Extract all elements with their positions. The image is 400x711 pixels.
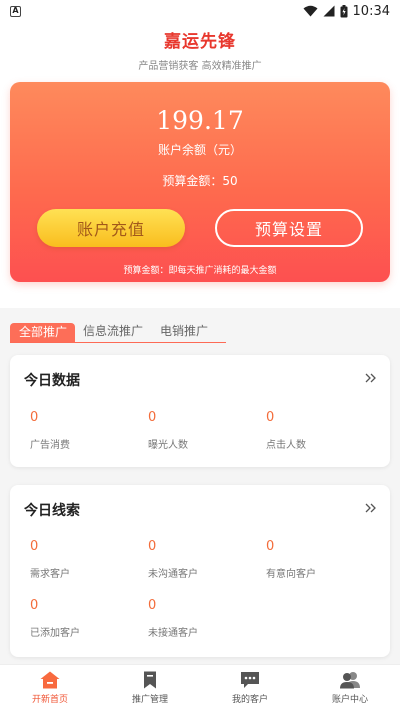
stat-demand-customers[interactable]: 0 需求客户: [30, 539, 130, 580]
stat-label: 广告消费: [30, 440, 70, 451]
stat-value: 0: [266, 410, 275, 425]
tab-all-promotion[interactable]: 全部推广: [10, 323, 76, 342]
stat-impressions: 0 曝光人数: [148, 410, 248, 451]
stat-label: 未沟通客户: [148, 569, 198, 580]
app-header: 嘉运先锋 产品营销获客 高效精准推广: [0, 22, 400, 72]
budget-note: 预算金额：即每天推广消耗的最大金额: [123, 266, 277, 276]
nav-home[interactable]: 开新首页: [0, 665, 100, 711]
top-area: 199.17 账户余额（元） 预算金额：50 账户充值 预算设置 预算金额：即每…: [0, 70, 400, 308]
nav-label: 账户中心: [331, 695, 368, 705]
stat-label: 曝光人数: [148, 440, 188, 451]
stat-value: 0: [30, 539, 39, 554]
battery-icon: [340, 4, 348, 17]
budget-settings-button[interactable]: 预算设置: [215, 209, 363, 247]
chat-icon: [241, 672, 259, 688]
nav-label: 推广管理: [131, 695, 168, 705]
stat-label: 已添加客户: [30, 628, 80, 639]
stat-interested-customers[interactable]: 0 有意向客户: [266, 539, 366, 580]
stat-ad-spend: 0 广告消费: [30, 410, 130, 451]
today-leads-card: 今日线索 0 需求客户 0 未沟通客户 0 有意向客户 0 已添加客户 0 未接…: [10, 485, 390, 657]
nav-account-center[interactable]: 账户中心: [300, 665, 400, 711]
double-chevron-right-icon[interactable]: [365, 373, 377, 383]
nav-label: 开新首页: [31, 695, 68, 705]
signal-icon: [323, 5, 335, 17]
stat-value: 0: [148, 410, 157, 425]
status-bar: A 10:34: [0, 0, 400, 22]
balance-card: 199.17 账户余额（元） 预算金额：50 账户充值 预算设置 预算金额：即每…: [10, 82, 390, 282]
stat-unconnected-customers[interactable]: 0 未接通客户: [148, 598, 248, 639]
balance-amount: 199.17: [156, 106, 244, 135]
nav-promotion-management[interactable]: 推广管理: [100, 665, 200, 711]
card-title: 今日数据: [24, 373, 80, 389]
balance-actions: 账户充值 预算设置: [10, 209, 390, 247]
status-time: 10:34: [352, 3, 390, 19]
stat-uncontacted-customers[interactable]: 0 未沟通客户: [148, 539, 248, 580]
nav-label: 我的客户: [231, 695, 268, 705]
stat-value: 0: [266, 539, 275, 554]
wifi-icon: [303, 5, 318, 17]
double-chevron-right-icon[interactable]: [365, 503, 377, 513]
stat-value: 0: [148, 598, 157, 613]
notification-a-icon: A: [10, 5, 21, 17]
stat-label: 点击人数: [266, 440, 306, 451]
home-icon: [40, 671, 60, 689]
card-title: 今日线索: [24, 503, 80, 519]
stat-label: 未接通客户: [148, 628, 198, 639]
stat-value: 0: [148, 539, 157, 554]
balance-label: 账户余额（元）: [157, 143, 242, 157]
stat-label: 有意向客户: [266, 569, 316, 580]
stat-label: 需求客户: [30, 569, 70, 580]
app-title: 嘉运先锋: [164, 32, 236, 52]
users-icon: [340, 672, 360, 689]
bottom-nav: 开新首页 推广管理 我的客户 账户中心: [0, 664, 400, 711]
recharge-button[interactable]: 账户充值: [37, 209, 185, 247]
bookmark-icon: [144, 671, 156, 689]
tab-telesales-promotion[interactable]: 电销推广: [152, 323, 217, 342]
promotion-tabs: 全部推广 信息流推广 电销推广: [10, 322, 226, 343]
nav-my-customers[interactable]: 我的客户: [200, 665, 300, 711]
budget-amount: 预算金额：50: [162, 174, 238, 188]
stat-added-customers[interactable]: 0 已添加客户: [30, 598, 130, 639]
today-data-card: 今日数据 0 广告消费 0 曝光人数 0 点击人数: [10, 355, 390, 467]
stat-value: 0: [30, 598, 39, 613]
tab-feed-promotion[interactable]: 信息流推广: [75, 323, 152, 342]
stat-value: 0: [30, 410, 39, 425]
stat-clicks: 0 点击人数: [266, 410, 366, 451]
